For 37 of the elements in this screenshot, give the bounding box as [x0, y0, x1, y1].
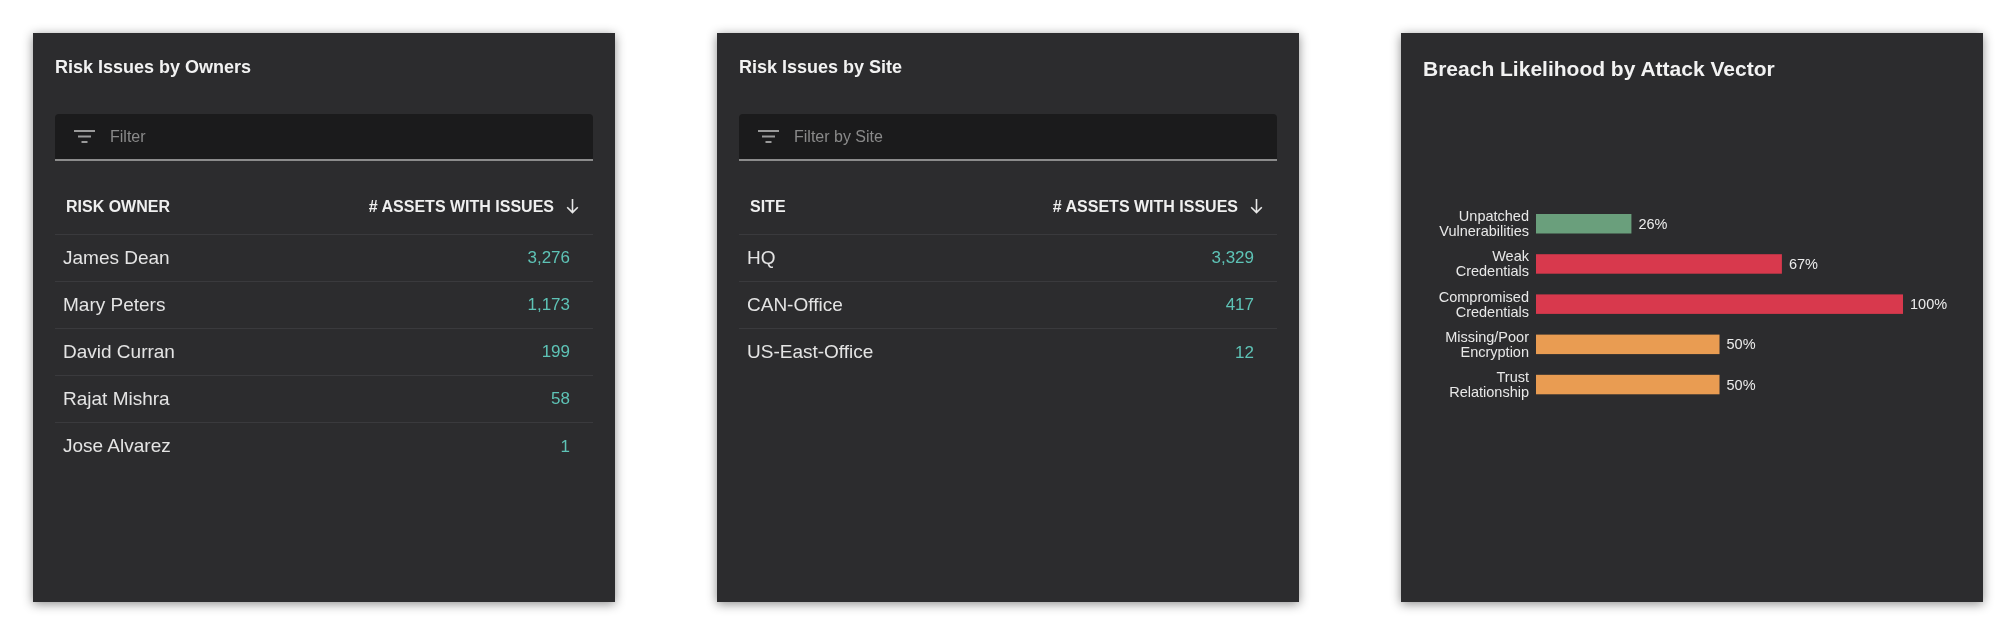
table-cell-text: 3,329 [1211, 247, 1254, 270]
value-label: 67% [1788, 255, 1818, 272]
chart-title: Breach Likelihood by Attack Vector [1423, 56, 1775, 82]
table-cell-text: 12 [1235, 341, 1254, 364]
category-label: Weak Credentials [1455, 248, 1529, 280]
panel-title: Risk Issues by Site [739, 56, 903, 79]
value-label: 100% [1910, 296, 1948, 313]
table-cell-text: Mary Peters [63, 292, 166, 317]
column-header[interactable]: RISK OWNER [66, 194, 170, 219]
panel-title: Risk Issues by Owners [55, 56, 252, 79]
table-cell-text: James Dean [63, 245, 170, 270]
value-label: 26% [1638, 215, 1668, 232]
filter-field[interactable]: Filter by Site [739, 114, 1277, 161]
column-header[interactable]: # ASSETS WITH ISSUES [1052, 194, 1263, 219]
filter-field[interactable]: Filter [55, 114, 593, 161]
category-label: Compromised Credentials [1438, 288, 1529, 320]
table-cell-text: Jose Alvarez [63, 434, 171, 459]
table-cell-text: 199 [541, 341, 570, 364]
value-label: 50% [1726, 376, 1756, 393]
filter-icon [74, 130, 95, 143]
table-cell-text: 1,173 [527, 294, 570, 317]
table-cell-text: 3,276 [527, 247, 570, 270]
category-label: Missing/Poor Encryption [1445, 328, 1529, 360]
table-cell-text: HQ [747, 245, 776, 270]
value-label: 50% [1726, 336, 1756, 353]
table-cell-text: CAN-Office [747, 292, 843, 317]
filter-icon [758, 130, 779, 143]
category-label: Trust Relationship [1449, 369, 1529, 401]
table-cell-text: US-East-Office [747, 340, 874, 365]
column-header[interactable]: # ASSETS WITH ISSUES [368, 194, 579, 219]
table-cell-text: 1 [560, 435, 570, 458]
category-label: Unpatched Vulnerabilities [1439, 208, 1529, 240]
table-cell-text: 58 [551, 388, 570, 411]
table-cell-text: 417 [1225, 294, 1254, 317]
column-header[interactable]: SITE [750, 194, 786, 219]
table-cell-text: Rajat Mishra [63, 386, 170, 411]
table-cell-text: David Curran [63, 339, 175, 364]
